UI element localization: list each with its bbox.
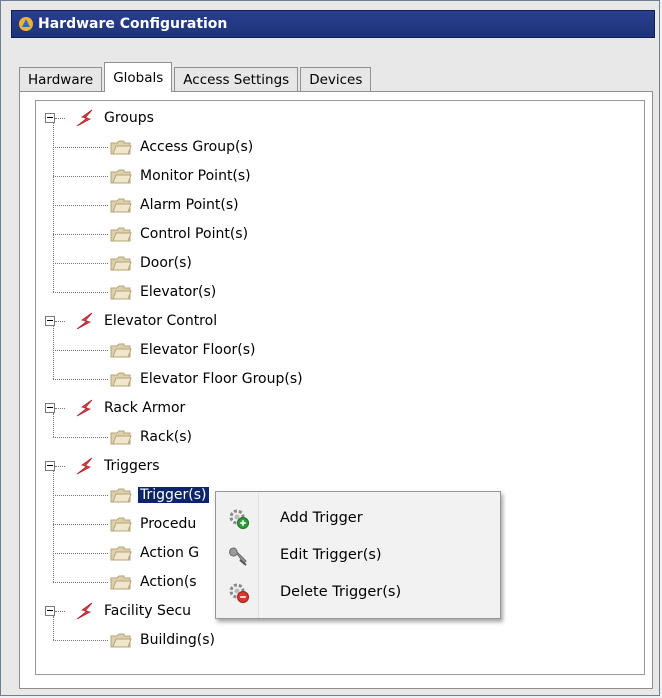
menu-item-label: Delete Trigger(s) bbox=[280, 584, 402, 600]
tab-globals[interactable]: Globals bbox=[104, 62, 173, 92]
tree-node-label: Alarm Point(s) bbox=[140, 196, 239, 213]
tab-label: Access Settings bbox=[183, 71, 290, 88]
tree-node-label: Elevator Control bbox=[104, 312, 218, 329]
tree-node-label: Action G bbox=[140, 544, 200, 561]
tree-node-item[interactable]: Elevator Floor(s) bbox=[110, 335, 256, 364]
alert-group-icon bbox=[74, 398, 96, 418]
alert-group-icon bbox=[74, 311, 96, 331]
tab-label: Hardware bbox=[28, 71, 94, 88]
tree-node-item[interactable]: Elevator(s) bbox=[110, 277, 216, 306]
menu-item-delete-triggers[interactable]: Delete Trigger(s) bbox=[216, 574, 500, 610]
tree-node-label: Rack(s) bbox=[140, 428, 193, 445]
folder-icon bbox=[110, 632, 132, 648]
tree-node-group[interactable]: Groups bbox=[74, 103, 154, 132]
gear-add-icon bbox=[229, 509, 249, 529]
menu-item-edit-triggers[interactable]: Edit Trigger(s) bbox=[216, 537, 500, 573]
alert-group-icon bbox=[74, 456, 96, 476]
gear-delete-icon bbox=[229, 583, 249, 603]
tree-node-group[interactable]: Facility Secu bbox=[74, 596, 191, 625]
tree-node-item[interactable]: Procedu bbox=[110, 509, 196, 538]
tree-node-item[interactable]: Action(s bbox=[110, 567, 197, 596]
tree-node-item[interactable]: Alarm Point(s) bbox=[110, 190, 239, 219]
tree-node-item[interactable]: Action G bbox=[110, 538, 199, 567]
tree-node-label: Elevator(s) bbox=[140, 283, 217, 300]
tree-node-label: Groups bbox=[104, 109, 154, 126]
folder-icon bbox=[110, 255, 132, 271]
tab-label: Devices bbox=[309, 71, 363, 88]
folder-icon bbox=[110, 371, 132, 387]
tree-node-item[interactable]: Control Point(s) bbox=[110, 219, 248, 248]
tree-node-label: Door(s) bbox=[140, 254, 192, 271]
folder-icon bbox=[110, 429, 132, 445]
folder-icon bbox=[110, 168, 132, 184]
menu-item-label: Edit Trigger(s) bbox=[280, 547, 382, 563]
context-menu: Add Trigger Edit Trigger(s) Delete Trigg… bbox=[215, 491, 501, 619]
tree-node-item[interactable]: Door(s) bbox=[110, 248, 192, 277]
tab-label: Globals bbox=[113, 69, 164, 86]
tab-hardware[interactable]: Hardware bbox=[19, 67, 103, 91]
alert-group-icon bbox=[74, 601, 96, 621]
tree-node-item[interactable]: Rack(s) bbox=[110, 422, 192, 451]
tree-node-label: Control Point(s) bbox=[140, 225, 249, 242]
tree-node-item[interactable]: Monitor Point(s) bbox=[110, 161, 251, 190]
tree-node-group[interactable]: Elevator Control bbox=[74, 306, 217, 335]
tab-bar: Hardware Globals Access Settings Devices bbox=[19, 61, 373, 92]
tree-node-label: Elevator Floor Group(s) bbox=[140, 370, 303, 387]
hardware-configuration-window: Hardware Configuration Hardware Globals … bbox=[0, 0, 660, 696]
collapse-toggle[interactable] bbox=[45, 605, 55, 616]
menu-item-label: Add Trigger bbox=[280, 510, 363, 526]
tree-node-label: Elevator Floor(s) bbox=[140, 341, 256, 358]
folder-icon bbox=[110, 226, 132, 242]
folder-icon bbox=[110, 284, 132, 300]
folder-icon bbox=[110, 139, 132, 155]
tree-node-label: Building(s) bbox=[140, 631, 216, 648]
tree-node-label: Action(s bbox=[140, 573, 197, 590]
tree-node-label: Procedu bbox=[140, 515, 197, 532]
folder-icon bbox=[110, 516, 132, 532]
folder-icon bbox=[110, 342, 132, 358]
tree-node-label: Facility Secu bbox=[104, 602, 192, 619]
menu-item-add-trigger[interactable]: Add Trigger bbox=[216, 500, 500, 536]
collapse-toggle[interactable] bbox=[45, 402, 55, 413]
app-icon bbox=[19, 17, 33, 31]
collapse-toggle[interactable] bbox=[45, 460, 55, 471]
tree-node-label: Rack Armor bbox=[104, 399, 186, 416]
tree-node-label: Triggers bbox=[104, 457, 160, 474]
tree-node-group[interactable]: Triggers bbox=[74, 451, 160, 480]
alert-group-icon bbox=[74, 108, 96, 128]
folder-icon bbox=[110, 197, 132, 213]
folder-icon bbox=[110, 574, 132, 590]
window-title: Hardware Configuration bbox=[38, 16, 228, 32]
wrench-icon bbox=[229, 547, 247, 566]
tree-node-item[interactable]: Trigger(s) bbox=[110, 480, 209, 509]
tree-node-group[interactable]: Rack Armor bbox=[74, 393, 185, 422]
tree-node-label: Access Group(s) bbox=[140, 138, 254, 155]
tree-node-item[interactable]: Elevator Floor Group(s) bbox=[110, 364, 303, 393]
tab-devices[interactable]: Devices bbox=[300, 67, 372, 91]
folder-icon bbox=[110, 487, 132, 503]
tree-node-label: Trigger(s) bbox=[138, 486, 209, 503]
tree-node-item[interactable]: Building(s) bbox=[110, 625, 215, 654]
folder-icon bbox=[110, 545, 132, 561]
collapse-toggle[interactable] bbox=[45, 112, 55, 123]
collapse-toggle[interactable] bbox=[45, 315, 55, 326]
title-bar[interactable]: Hardware Configuration bbox=[11, 10, 655, 38]
tree-node-item[interactable]: Access Group(s) bbox=[110, 132, 253, 161]
tab-access-settings[interactable]: Access Settings bbox=[174, 67, 299, 91]
tree-node-label: Monitor Point(s) bbox=[140, 167, 251, 184]
